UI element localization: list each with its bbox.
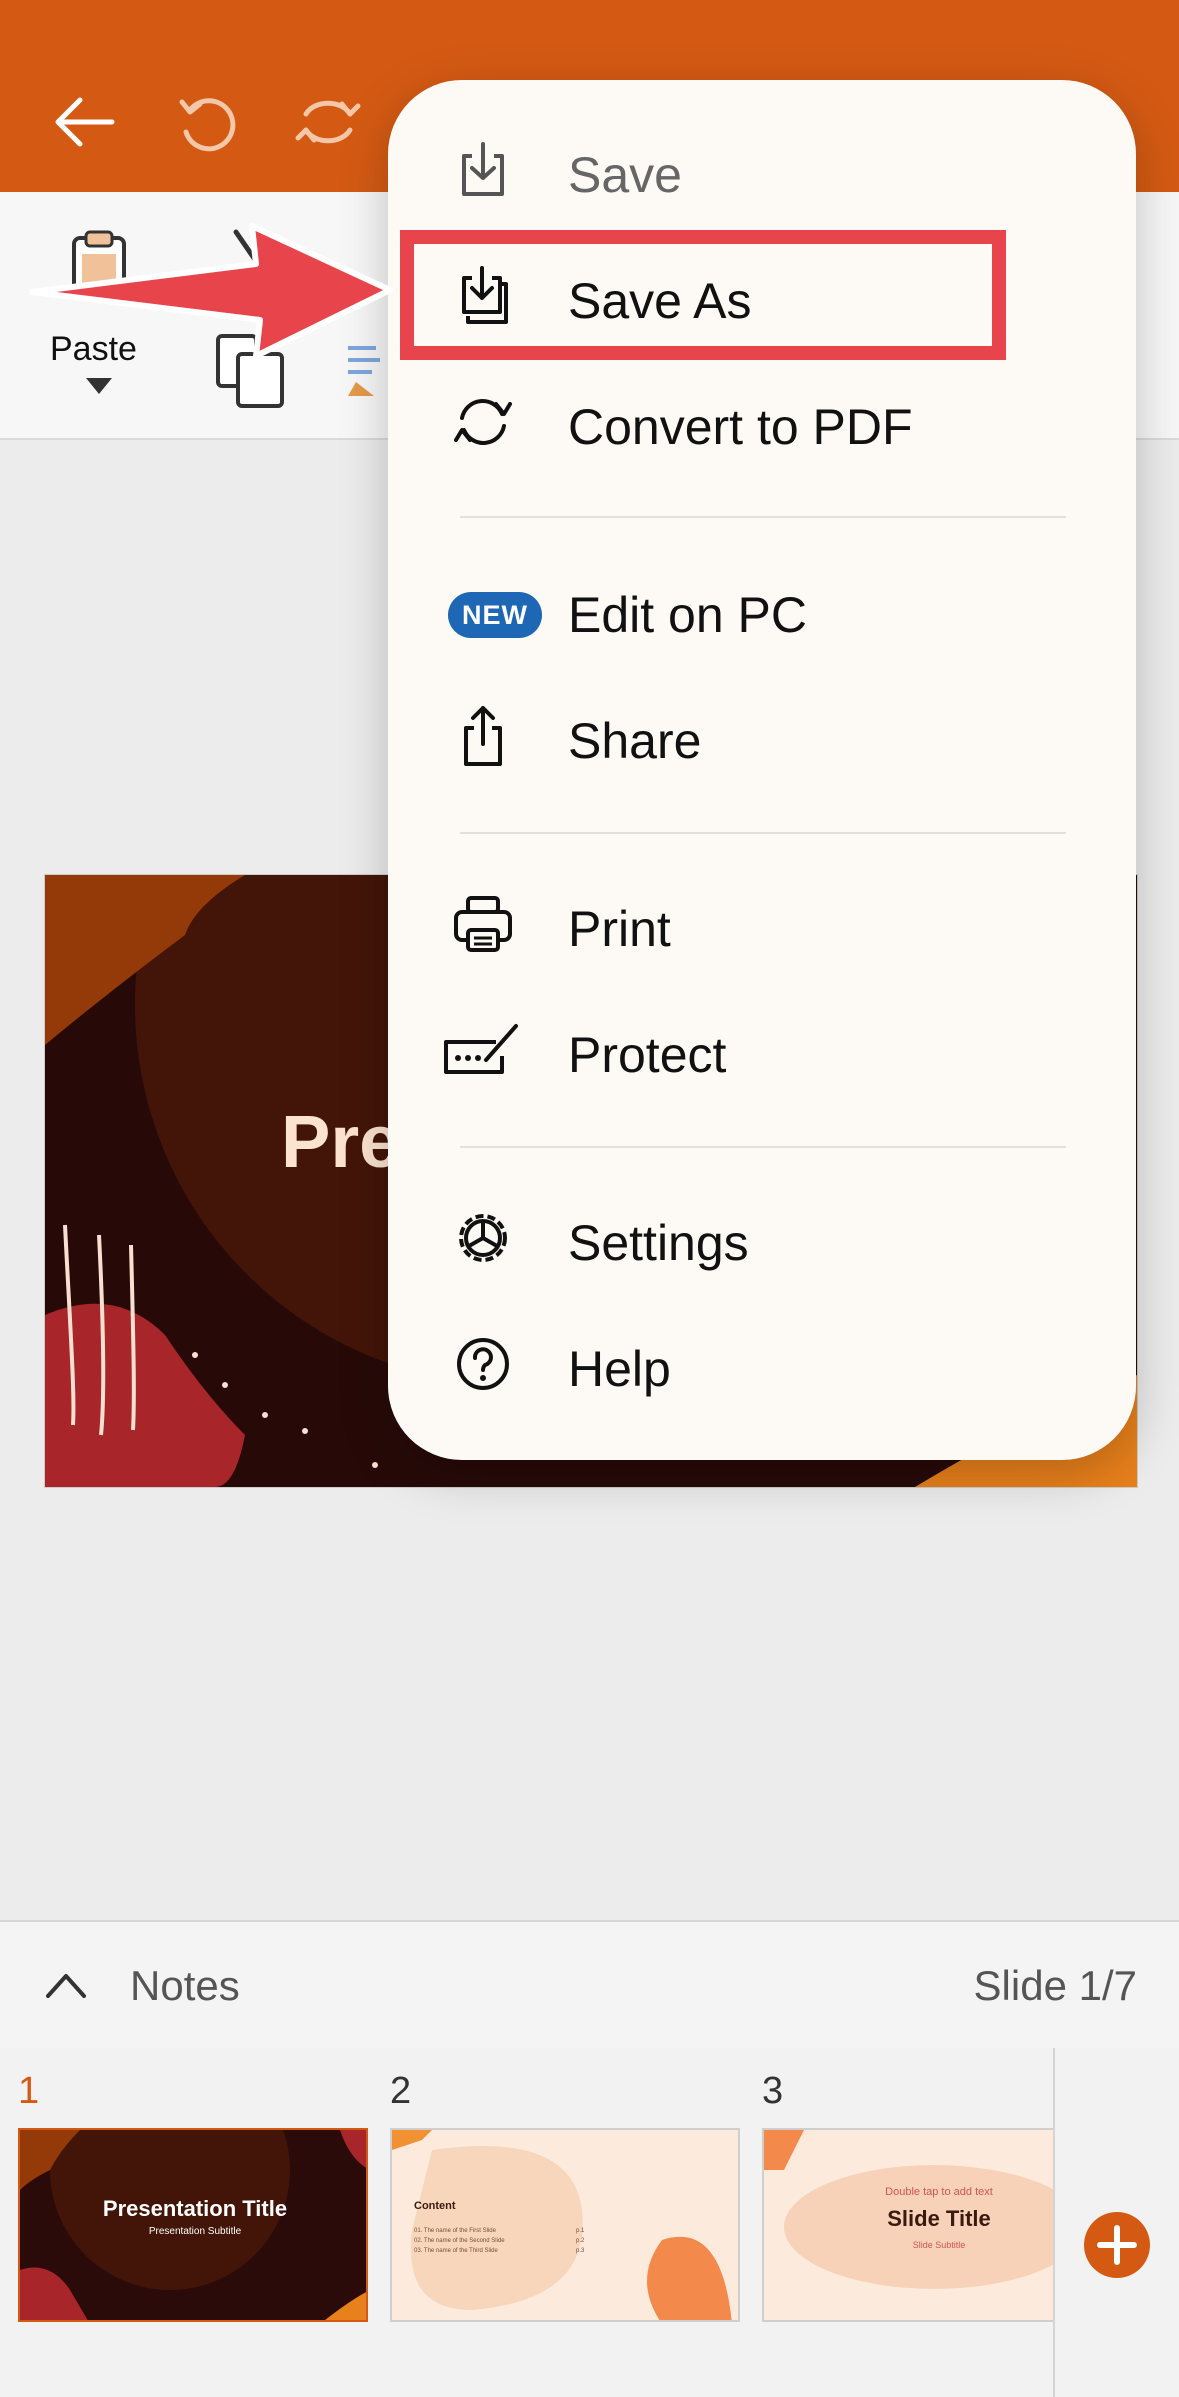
thumb-number: 3 [762, 2070, 784, 2112]
back-arrow-icon[interactable] [46, 84, 122, 160]
menu-item-protect[interactable]: Protect [388, 996, 1136, 1106]
menu-item-label: Share [568, 713, 702, 769]
thumb-number: 2 [390, 2070, 412, 2112]
thumb-3-subtitle: Slide Subtitle [912, 2240, 966, 2250]
protect-icon [444, 1024, 518, 1074]
thumb-3-hint: Double tap to add text [885, 2186, 993, 2198]
menu-item-label: Print [568, 901, 671, 957]
thumb-1-subtitle: Presentation Subtitle [148, 2226, 242, 2237]
caret-down-icon[interactable] [86, 378, 112, 394]
slide-thumbnail-2[interactable]: Content 01. The name of the First Slide … [390, 2128, 740, 2322]
chevron-up-icon[interactable] [44, 1968, 88, 2002]
notes-bar: Notes Slide 1/7 [0, 1920, 1179, 2050]
strip-divider [1053, 2048, 1055, 2397]
menu-item-label: Protect [568, 1027, 727, 1083]
menu-item-edit-on-pc[interactable]: NEW Edit on PC [388, 556, 1136, 666]
menu-item-label: Save [568, 147, 682, 203]
slide-thumbnail-3[interactable]: Double tap to add text Slide Title Slide… [762, 2128, 1054, 2322]
menu-item-label: Edit on PC [568, 587, 808, 643]
thumb-2-page-ref: p.1 [576, 2228, 585, 2234]
notes-toggle[interactable]: Notes [130, 1962, 240, 2010]
menu-item-help[interactable]: Help [388, 1310, 1136, 1420]
menu-item-print[interactable]: Print [388, 870, 1136, 980]
print-icon [454, 896, 512, 952]
slide-thumbnail-strip: 1 Presentation Title Presentation Subtit… [0, 2048, 1179, 2397]
save-icon [462, 142, 504, 196]
thumb-number: 1 [18, 2070, 40, 2112]
add-slide-button[interactable] [1084, 2212, 1150, 2278]
convert-icon [454, 399, 512, 445]
thumb-2-lines: 01. The name of the First Slide 02. The … [414, 2226, 505, 2256]
thumb-3-title: Slide Title [887, 2206, 991, 2231]
new-badge: NEW [448, 592, 542, 638]
thumb-2-line: 01. The name of the First Slide [414, 2228, 496, 2234]
share-icon [464, 706, 502, 766]
menu-item-settings[interactable]: Settings [388, 1184, 1136, 1294]
thumb-2-page-refs: p.1 p.2 p.3 [576, 2226, 584, 2256]
annotation-arrow-icon [29, 223, 393, 359]
save-as-highlight-box [400, 230, 1006, 360]
menu-item-label: Help [568, 1341, 671, 1397]
thumb-2-page-ref: p.3 [576, 2248, 585, 2254]
menu-item-label: Convert to PDF [568, 399, 913, 455]
thumb-2-line: 03. The name of the Third Slide [414, 2248, 498, 2254]
slide-thumbnail-1[interactable]: Presentation Title Presentation Subtitle [18, 2128, 368, 2322]
undo-icon[interactable] [168, 84, 244, 160]
thumb-2-heading: Content [414, 2200, 456, 2212]
menu-item-convert-to-pdf[interactable]: Convert to PDF [388, 368, 1136, 478]
slide-counter: Slide 1/7 [973, 1962, 1137, 2009]
help-icon [457, 1338, 509, 1390]
thumb-1-title: Presentation Title [102, 2196, 288, 2221]
slide-title-text[interactable]: Pre [281, 1099, 400, 1184]
menu-separator [460, 516, 1066, 518]
redo-icon[interactable] [290, 84, 366, 160]
plus-icon [1097, 2225, 1137, 2265]
menu-separator [460, 1146, 1066, 1148]
settings-icon [459, 1214, 507, 1262]
menu-item-share[interactable]: Share [388, 682, 1136, 792]
menu-separator [460, 832, 1066, 834]
menu-item-label: Settings [568, 1215, 749, 1271]
menu-item-save[interactable]: Save [388, 116, 1136, 226]
thumb-2-page-ref: p.2 [576, 2238, 585, 2244]
thumb-2-line: 02. The name of the Second Slide [414, 2238, 505, 2244]
